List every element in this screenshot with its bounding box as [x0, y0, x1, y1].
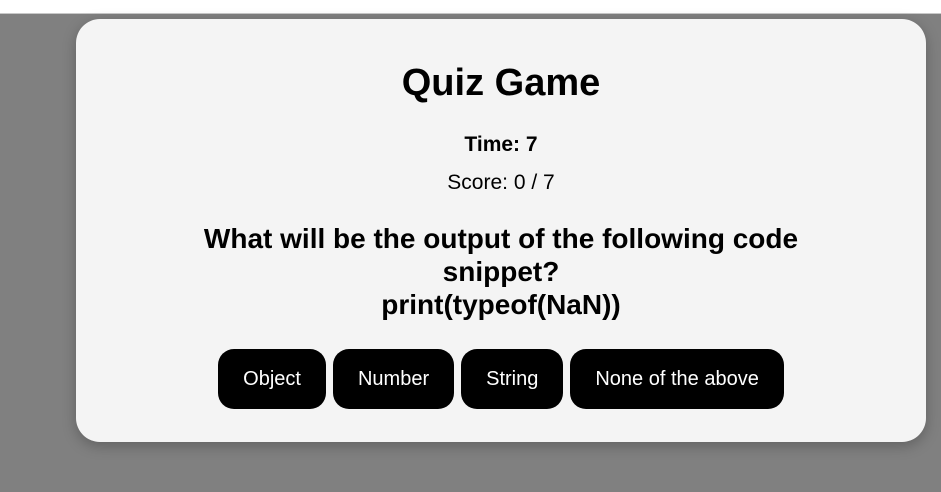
quiz-card: Quiz Game Time: 7 Score: 0 / 7 What will…: [76, 19, 926, 442]
answer-button-number[interactable]: Number: [332, 349, 455, 409]
answer-button-none-of-the-above[interactable]: None of the above: [570, 349, 784, 409]
quiz-title: Quiz Game: [401, 62, 601, 104]
question-code: print(typeof(NaN)): [381, 289, 621, 320]
browser-top-edge: [0, 0, 941, 14]
question-text: What will be the output of the following…: [166, 222, 836, 321]
answer-options: Object Number String None of the above: [76, 349, 926, 409]
question-prompt: What will be the output of the following…: [203, 223, 799, 287]
answer-button-object[interactable]: Object: [218, 349, 326, 409]
score-display: Score: 0 / 7: [447, 171, 555, 194]
answer-button-string[interactable]: String: [461, 349, 564, 409]
timer-display: Time: 7: [464, 133, 538, 156]
